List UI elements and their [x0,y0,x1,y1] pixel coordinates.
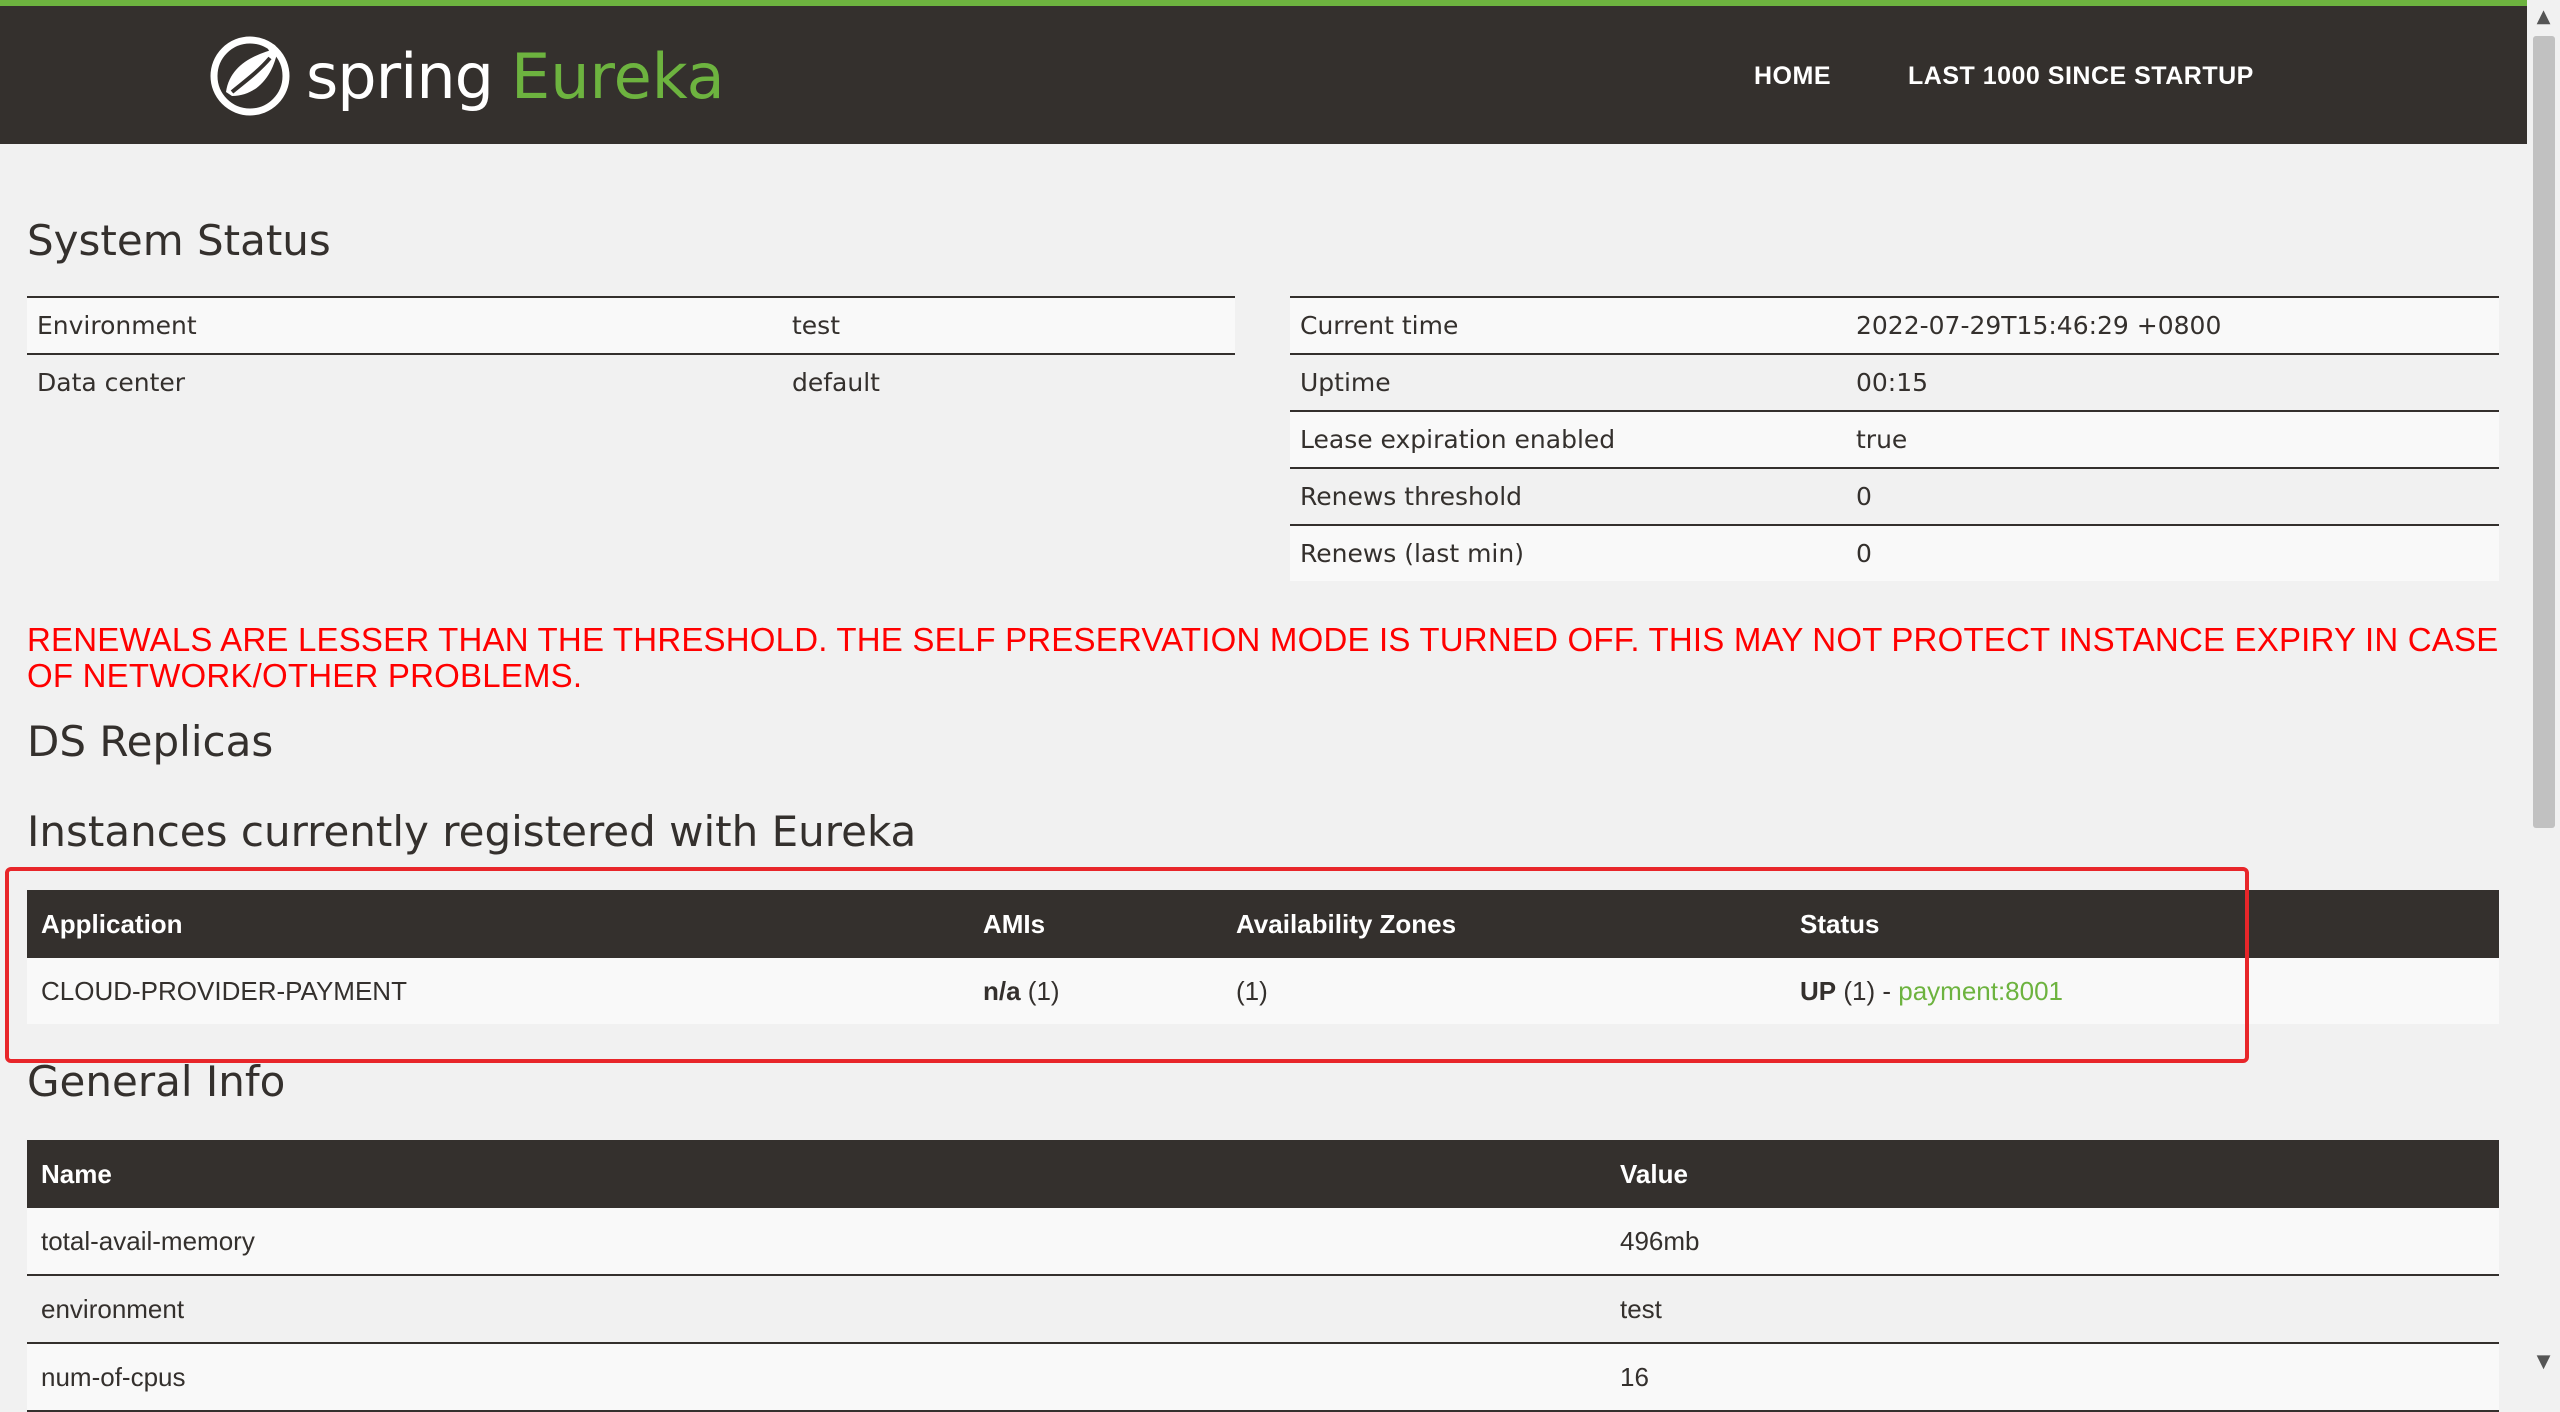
status-label: Data center [27,353,782,410]
status-value: test [782,296,1235,354]
info-value: 16 [1606,1343,2499,1412]
table-row: Environment test [27,296,1235,354]
ds-replicas-title: DS Replicas [27,717,274,766]
info-value: test [1606,1275,2499,1344]
status-label: Current time [1290,296,1846,354]
amis-cell: n/a (1) [969,958,1222,1024]
general-info-table: Name Value total-avail-memory 496mb envi… [27,1140,2499,1412]
zones-cell: (1) [1222,958,1786,1024]
status-label: Renews (last min) [1290,524,1846,581]
system-status-title: System Status [27,216,331,265]
column-header-status: Status [1786,890,2499,958]
amis-count: (1) [1020,975,1060,1006]
column-header-application: Application [27,890,969,958]
brand-spring-text: spring [306,39,494,113]
status-value: true [1846,410,2499,468]
table-header-row: Application AMIs Availability Zones Stat… [27,890,2499,958]
status-label: Environment [27,296,782,354]
table-row: Uptime 00:15 [1290,353,2499,411]
table-row: Lease expiration enabled true [1290,410,2499,468]
scroll-down-arrow-icon[interactable]: ▼ [2527,1345,2560,1378]
status-label: Lease expiration enabled [1290,410,1846,468]
table-row: num-of-cpus 16 [27,1343,2499,1412]
status-value: 2022-07-29T15:46:29 +0800 [1846,296,2499,354]
nav-last1000-link[interactable]: LAST 1000 SINCE STARTUP [1908,62,2254,91]
info-value: 496mb [1606,1208,2499,1276]
table-row: Renews (last min) 0 [1290,524,2499,581]
status-cell: UP (1) - payment:8001 [1786,958,2499,1024]
nav-home-link[interactable]: HOME [1754,62,1831,91]
table-row: Data center default [27,353,1235,410]
table-row: total-avail-memory 496mb [27,1208,2499,1276]
application-name: CLOUD-PROVIDER-PAYMENT [27,958,969,1024]
instance-link[interactable]: payment:8001 [1898,976,2063,1006]
amis-value: n/a [983,975,1021,1006]
status-value: 00:15 [1846,353,2499,411]
status-label: Uptime [1290,353,1846,411]
column-header-zones: Availability Zones [1222,890,1786,958]
table-row: environment test [27,1275,2499,1344]
renewal-warning-message: RENEWALS ARE LESSER THAN THE THRESHOLD. … [27,621,2499,694]
spring-leaf-icon [210,36,290,116]
scroll-thumb[interactable] [2533,36,2555,828]
brand-eureka-text: Eureka [511,39,725,113]
status-value: default [782,353,1235,410]
info-name: environment [27,1275,1606,1344]
info-name: num-of-cpus [27,1343,1606,1412]
system-status-left-table: Environment test Data center default [27,296,1235,410]
vertical-scrollbar[interactable]: ▲ ▼ [2527,0,2560,1378]
info-name: total-avail-memory [27,1208,1606,1276]
status-up: UP [1800,975,1837,1006]
navbar: spring Eureka HOME LAST 1000 SINCE START… [0,6,2527,144]
table-row: CLOUD-PROVIDER-PAYMENT n/a (1) (1) UP (1… [27,958,2499,1024]
column-header-value: Value [1606,1140,2499,1208]
status-label: Renews threshold [1290,467,1846,525]
brand-logo-link[interactable]: spring Eureka [208,28,725,124]
status-value: 0 [1846,467,2499,525]
column-header-amis: AMIs [969,890,1222,958]
status-count: (1) - [1836,975,1899,1006]
scroll-up-arrow-icon[interactable]: ▲ [2527,0,2560,33]
system-status-right-table: Current time 2022-07-29T15:46:29 +0800 U… [1290,296,2499,581]
general-info-title: General Info [27,1057,286,1106]
status-value: 0 [1846,524,2499,581]
table-row: Current time 2022-07-29T15:46:29 +0800 [1290,296,2499,354]
instances-title: Instances currently registered with Eure… [27,807,917,856]
table-header-row: Name Value [27,1140,2499,1208]
table-row: Renews threshold 0 [1290,467,2499,525]
column-header-name: Name [27,1140,1606,1208]
instances-table: Application AMIs Availability Zones Stat… [27,890,2499,1024]
